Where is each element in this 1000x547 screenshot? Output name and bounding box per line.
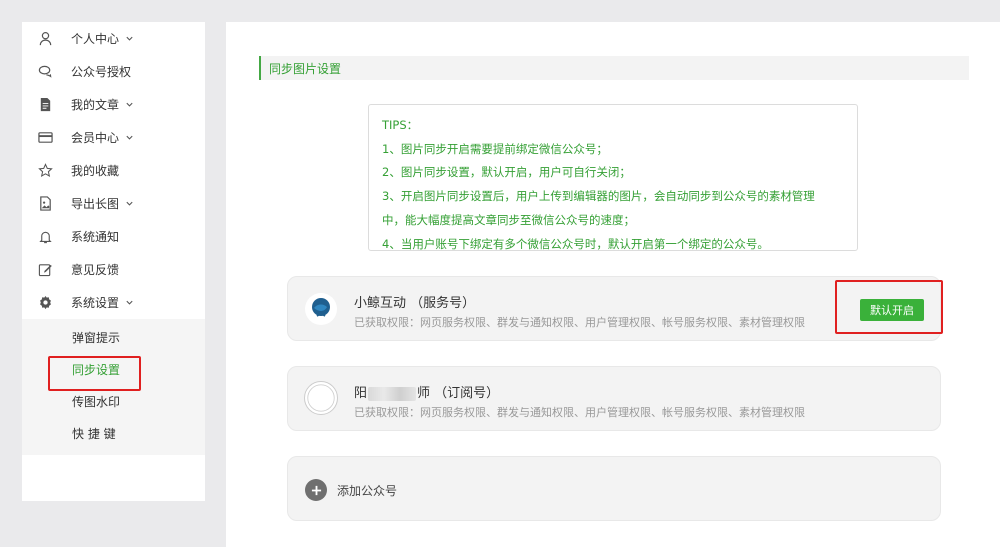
gear-icon: [37, 295, 53, 311]
default-enable-button[interactable]: 默认开启: [860, 299, 924, 321]
account-avatar: [304, 381, 338, 415]
chat-bubbles-icon: [37, 64, 53, 80]
chevron-down-icon: [125, 100, 134, 109]
sidebar-item-label: 个人中心: [71, 32, 120, 46]
account-name-prefix: 阳: [354, 386, 368, 401]
tips-line: 4、当用户账号下绑定有多个微信公众号时，默认开启第一个绑定的公众号。: [382, 236, 769, 251]
sidebar-item-personal-center[interactable]: 个人中心: [22, 22, 205, 55]
sidebar-item-favorites[interactable]: 我的收藏: [22, 154, 205, 187]
tips-line: 3、开启图片同步设置后，用户上传到编辑器的图片，会自动同步到公众号的素材管理: [382, 189, 815, 204]
main-panel: 同步图片设置 TIPS： 1、图片同步开启需要提前绑定微信公众号； 2、图片同步…: [226, 22, 1000, 547]
sidebar-item-label: 公众号授权: [71, 65, 132, 79]
sidebar-item-my-articles[interactable]: 我的文章: [22, 88, 205, 121]
sidebar-item-label: 我的文章: [71, 98, 120, 112]
account-name: 阳 师 （订阅号）: [354, 382, 499, 401]
sidebar-item-label: 会员中心: [71, 131, 120, 145]
redacted-blur: [368, 386, 417, 401]
document-icon: [37, 97, 53, 113]
section-title: 同步图片设置: [259, 56, 969, 80]
sidebar-item-label: 系统通知: [71, 230, 120, 244]
add-account-card[interactable]: 添加公众号: [287, 456, 941, 521]
bell-icon: [37, 229, 53, 245]
tips-line: 中，能大幅度提高文章同步至微信公众号的速度；: [382, 212, 635, 227]
settings-submenu: 弹窗提示 同步设置 传图水印 快 捷 键: [22, 319, 205, 455]
edit-icon: [37, 262, 53, 278]
account-name-suffix: 师 （订阅号）: [417, 386, 500, 401]
tips-line: 1、图片同步开启需要提前绑定微信公众号；: [382, 141, 608, 156]
user-icon: [37, 31, 53, 47]
sidebar-item-account-auth[interactable]: 公众号授权: [22, 55, 205, 88]
account-permissions: 已获取权限：网页服务权限、群发与通知权限、用户管理权限、帐号服务权限、素材管理权…: [354, 406, 805, 419]
submenu-item-sync-settings[interactable]: 同步设置: [22, 353, 205, 385]
submenu-item-watermark[interactable]: 传图水印: [22, 385, 205, 417]
account-name: 小鲸互动 （服务号）: [354, 296, 476, 311]
account-card: 阳 师 （订阅号） 已获取权限：网页服务权限、群发与通知权限、用户管理权限、帐号服…: [287, 366, 941, 431]
sidebar-item-label: 导出长图: [71, 197, 120, 211]
sidebar-item-notifications[interactable]: 系统通知: [22, 220, 205, 253]
add-account-label[interactable]: 添加公众号: [337, 482, 397, 499]
account-avatar: [305, 293, 337, 325]
sidebar-item-label: 意见反馈: [71, 263, 120, 277]
sidebar-item-export-image[interactable]: 导出长图: [22, 187, 205, 220]
tips-line: 2、图片同步设置，默认开启，用户可自行关闭；: [382, 165, 631, 180]
chevron-down-icon: [125, 298, 134, 307]
sidebar-item-member-center[interactable]: 会员中心: [22, 121, 205, 154]
tips-heading: TIPS：: [382, 118, 419, 132]
chevron-down-icon: [125, 199, 134, 208]
chevron-down-icon: [125, 34, 134, 43]
sidebar-item-system-settings[interactable]: 系统设置: [22, 286, 205, 319]
account-permissions: 已获取权限：网页服务权限、群发与通知权限、用户管理权限、帐号服务权限、素材管理权…: [354, 316, 805, 329]
sidebar-item-feedback[interactable]: 意见反馈: [22, 253, 205, 286]
star-icon: [37, 163, 53, 179]
plus-icon[interactable]: [305, 479, 327, 501]
submenu-item-shortcuts[interactable]: 快 捷 键: [22, 417, 205, 449]
tips-box: TIPS： 1、图片同步开启需要提前绑定微信公众号； 2、图片同步设置，默认开启…: [368, 104, 858, 251]
card-icon: [37, 130, 53, 146]
image-icon: [37, 196, 53, 212]
account-card: 小鲸互动 （服务号） 已获取权限：网页服务权限、群发与通知权限、用户管理权限、帐…: [287, 276, 941, 341]
submenu-item-popup-tips[interactable]: 弹窗提示: [22, 321, 205, 353]
sidebar-item-label: 我的收藏: [71, 164, 120, 178]
sidebar: 个人中心 公众号授权 我的文章 会员中心 我的收藏 导出长图 系统通知 意见反馈…: [22, 22, 205, 501]
sidebar-item-label: 系统设置: [71, 296, 120, 310]
chevron-down-icon: [125, 133, 134, 142]
